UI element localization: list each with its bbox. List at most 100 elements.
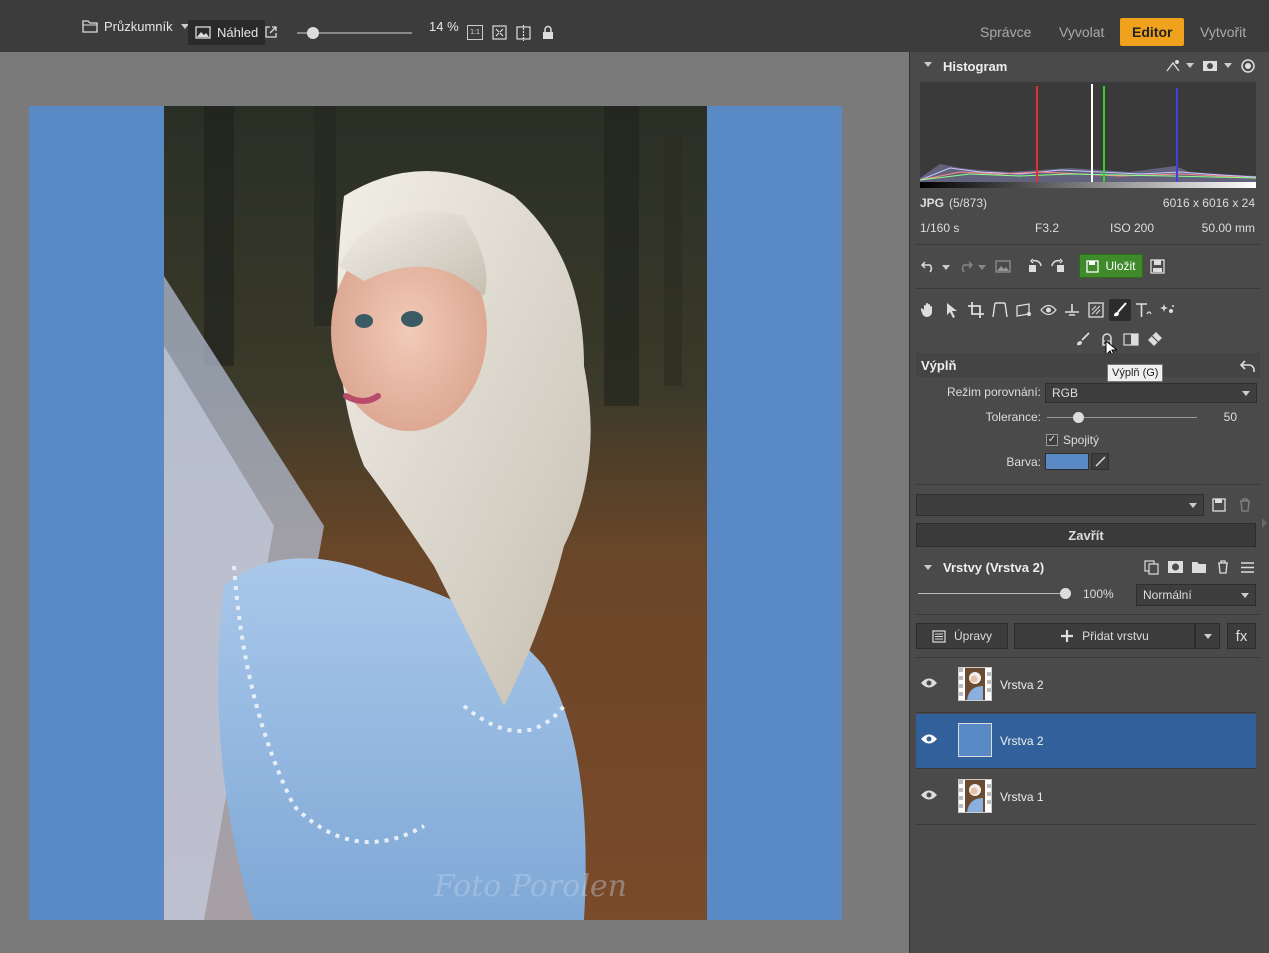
rotate-left-icon[interactable] xyxy=(1026,257,1044,275)
image-history-icon[interactable] xyxy=(994,257,1012,275)
crop-tool-icon[interactable] xyxy=(966,301,986,319)
panel-expand-icon[interactable] xyxy=(1262,518,1267,528)
transform-tool-icon[interactable] xyxy=(1014,301,1034,319)
explorer-label: Průzkumník xyxy=(104,18,173,34)
save-label: Uložit xyxy=(1105,259,1136,273)
pointer-tool-icon[interactable] xyxy=(942,301,962,319)
mask-view-icon[interactable] xyxy=(1201,58,1219,74)
layer-thumbnail xyxy=(958,723,992,757)
save-preset-icon[interactable] xyxy=(1210,496,1228,514)
explorer-button[interactable]: Průzkumník xyxy=(82,0,189,52)
adjustments-button[interactable]: Úpravy xyxy=(916,623,1008,649)
save-button[interactable]: Uložit xyxy=(1079,254,1143,278)
contiguous-checkbox[interactable]: ✓ xyxy=(1046,434,1058,446)
histogram-options-icon[interactable] xyxy=(1164,58,1182,74)
effects-tool-icon[interactable] xyxy=(1158,301,1178,319)
adjustments-icon xyxy=(932,629,946,643)
add-layer-label: Přidat vrstvu xyxy=(1082,629,1149,643)
shutter-speed: 1/160 s xyxy=(920,221,960,235)
tolerance-slider[interactable] xyxy=(1047,412,1197,423)
zoom-slider-knob[interactable] xyxy=(307,27,320,39)
brush-icon[interactable] xyxy=(1074,330,1092,348)
perspective-tool-icon[interactable] xyxy=(990,301,1010,319)
opacity-slider-knob[interactable] xyxy=(1060,588,1071,599)
collapse-layers-icon[interactable] xyxy=(924,565,932,570)
hand-tool-icon[interactable] xyxy=(918,301,938,319)
fill-color-swatch[interactable] xyxy=(1045,453,1089,470)
tab-editor[interactable]: Editor xyxy=(1120,18,1185,46)
zoom-slider[interactable] xyxy=(297,27,412,39)
tolerance-label: Tolerance: xyxy=(985,410,1041,424)
visibility-eye-icon[interactable] xyxy=(921,734,937,744)
undo-icon[interactable] xyxy=(920,257,938,275)
redo-icon[interactable] xyxy=(956,257,974,275)
chevron-down-icon xyxy=(1242,391,1250,396)
delete-layer-icon[interactable] xyxy=(1214,558,1232,576)
photo: Foto Porolen xyxy=(164,106,707,920)
eyedropper-icon[interactable] xyxy=(1091,453,1109,470)
tab-manager[interactable]: Správce xyxy=(980,18,1031,46)
collapse-histogram-icon[interactable] xyxy=(924,62,932,67)
add-layer-button[interactable]: Přidat vrstvu xyxy=(1014,623,1195,649)
color-label: Barva: xyxy=(1006,455,1041,469)
layer-row[interactable]: Vrstva 2 xyxy=(916,658,1256,713)
compare-mode-select[interactable]: RGB xyxy=(1045,383,1257,403)
tolerance-slider-knob[interactable] xyxy=(1073,412,1084,423)
visibility-eye-icon[interactable] xyxy=(921,678,937,688)
layer-name[interactable]: Vrstva 2 xyxy=(1000,734,1044,748)
fx-button[interactable]: fx xyxy=(1227,623,1256,649)
layer-name[interactable]: Vrstva 1 xyxy=(1000,790,1044,804)
delete-preset-icon[interactable] xyxy=(1236,496,1254,514)
zoom-1to1-button[interactable]: 1:1 xyxy=(467,25,483,40)
close-button[interactable]: Zavřít xyxy=(916,523,1256,547)
rotate-right-icon[interactable] xyxy=(1049,257,1067,275)
tooltip: Výplň (G) xyxy=(1107,364,1164,382)
fill-tool-title: Výplň xyxy=(921,358,957,373)
layer-row[interactable]: Vrstva 1 xyxy=(916,770,1256,825)
external-window-icon[interactable] xyxy=(263,24,279,40)
fit-screen-icon[interactable] xyxy=(491,24,508,41)
opacity-slider[interactable] xyxy=(918,588,1071,599)
straighten-tool-icon[interactable] xyxy=(1062,301,1082,319)
add-layer-dropdown[interactable] xyxy=(1195,623,1220,649)
chevron-down-icon[interactable] xyxy=(942,265,950,270)
chevron-down-icon xyxy=(1203,633,1212,639)
preview-label: Náhled xyxy=(217,25,259,40)
lock-icon[interactable] xyxy=(540,24,556,41)
layer-name[interactable]: Vrstva 2 xyxy=(1000,678,1044,692)
blend-mode-select[interactable]: Normální xyxy=(1136,584,1256,606)
layer-folder-icon[interactable] xyxy=(1190,558,1208,576)
tab-create[interactable]: Vytvořit xyxy=(1200,18,1246,46)
settings-sun-icon[interactable] xyxy=(1239,57,1257,75)
reset-icon[interactable] xyxy=(1238,356,1256,374)
layer-row-selected[interactable]: Vrstva 2 xyxy=(916,714,1256,769)
folder-icon xyxy=(82,20,98,33)
image-icon xyxy=(195,26,211,39)
layer-thumbnail xyxy=(958,667,992,701)
chevron-down-icon[interactable] xyxy=(1186,63,1194,68)
opacity-value: 100% xyxy=(1083,587,1114,601)
adjustments-label: Úpravy xyxy=(953,629,992,643)
visibility-eye-icon[interactable] xyxy=(921,790,937,800)
gradient-icon[interactable] xyxy=(1122,330,1140,348)
preview-button[interactable]: Náhled xyxy=(188,20,266,45)
layer-mask-icon[interactable] xyxy=(1166,558,1184,576)
iso: ISO 200 xyxy=(1110,221,1155,235)
histogram-chart xyxy=(919,82,1257,188)
save-as-icon[interactable] xyxy=(1148,257,1166,275)
compare-view-icon[interactable] xyxy=(515,24,532,41)
text-tool-icon[interactable] xyxy=(1134,301,1154,319)
chevron-down-icon[interactable] xyxy=(978,265,986,270)
layers-menu-icon[interactable] xyxy=(1238,558,1256,576)
fill-tool-header xyxy=(916,353,1260,377)
red-eye-tool-icon[interactable] xyxy=(1038,301,1058,319)
file-format: JPG xyxy=(920,196,945,210)
eraser-icon[interactable] xyxy=(1146,330,1164,348)
clone-stamp-tool-icon[interactable] xyxy=(1086,301,1106,319)
zoom-value: 14 % xyxy=(429,18,459,34)
brush-tools-icon[interactable] xyxy=(1109,299,1131,321)
duplicate-layer-icon[interactable] xyxy=(1142,558,1160,576)
chevron-down-icon[interactable] xyxy=(1224,63,1232,68)
tab-develop[interactable]: Vyvolat xyxy=(1059,18,1104,46)
preset-select[interactable] xyxy=(916,494,1204,516)
